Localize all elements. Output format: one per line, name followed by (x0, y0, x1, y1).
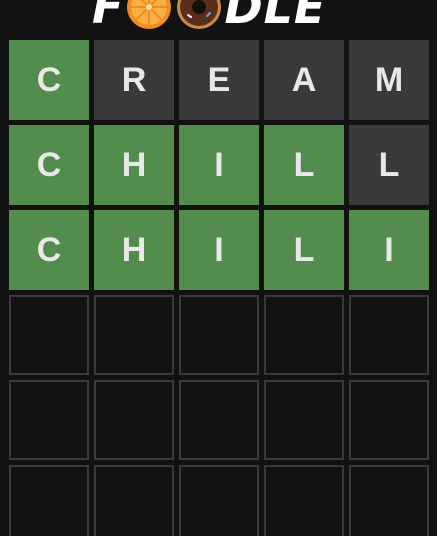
letter-tile (94, 380, 174, 460)
letter-tile (349, 295, 429, 375)
letter-tile (9, 380, 89, 460)
letter-tile (264, 295, 344, 375)
letter-tile: C (9, 125, 89, 205)
letter-tile: H (94, 210, 174, 290)
game-screen: F DLE C R E A M C H I L L C H I L I (0, 0, 437, 536)
letter-tile (94, 465, 174, 536)
letter-tile: I (179, 125, 259, 205)
logo-prefix: F (92, 0, 125, 34)
letter-tile (9, 465, 89, 536)
letter-tile (349, 380, 429, 460)
guess-board: CREAMCHILLCHILI (7, 38, 437, 536)
letter-tile: L (349, 125, 429, 205)
orange-slice-icon (127, 0, 172, 29)
letter-tile (264, 380, 344, 460)
letter-tile (179, 465, 259, 536)
letter-tile: A (264, 40, 344, 120)
letter-tile: H (94, 125, 174, 205)
letter-tile: L (264, 125, 344, 205)
letter-tile: R (94, 40, 174, 120)
letter-tile: C (9, 210, 89, 290)
header: F DLE (0, 0, 437, 38)
game-logo: F DLE (92, 0, 326, 32)
letter-tile (94, 295, 174, 375)
donut-icon (177, 0, 222, 29)
letter-tile (179, 380, 259, 460)
letter-tile: I (349, 210, 429, 290)
letter-tile (9, 295, 89, 375)
letter-tile: E (179, 40, 259, 120)
letter-tile: C (9, 40, 89, 120)
letter-tile: L (264, 210, 344, 290)
letter-tile (264, 465, 344, 536)
logo-suffix: DLE (224, 0, 327, 34)
letter-tile (349, 465, 429, 536)
letter-tile (179, 295, 259, 375)
letter-tile: I (179, 210, 259, 290)
letter-tile: M (349, 40, 429, 120)
